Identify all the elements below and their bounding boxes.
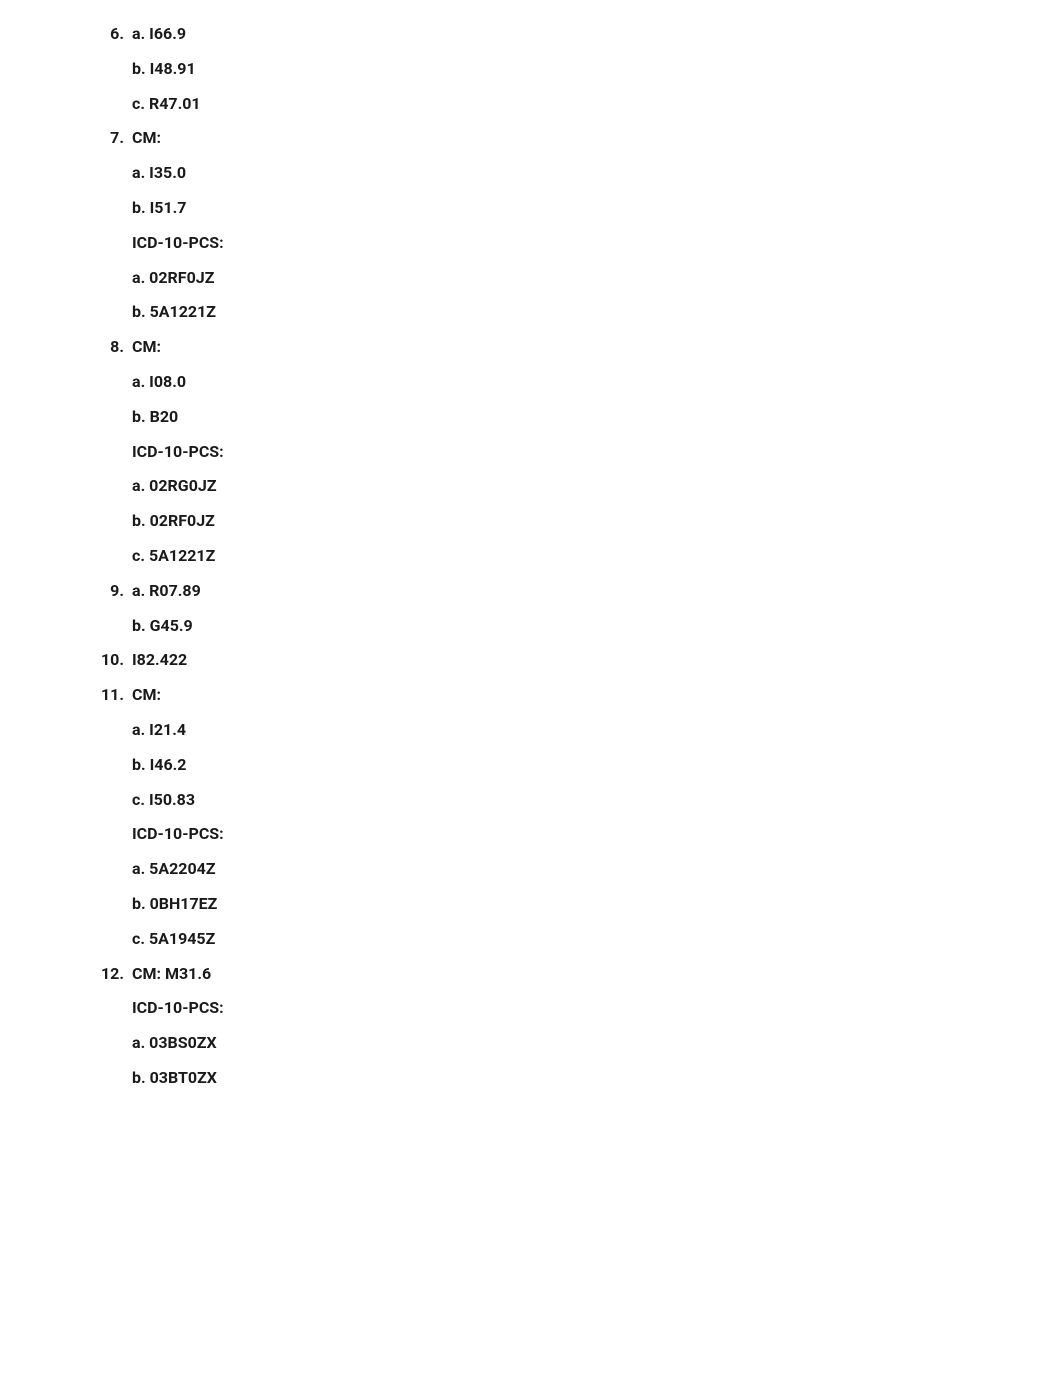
code-line: a. R07.89 (132, 581, 1062, 602)
list-item: CM: a. I08.0 b. B20 ICD-10-PCS: a. 02RG0JZ b.… (100, 337, 1062, 567)
code-line: c. R47.01 (132, 94, 1062, 115)
code-line: b. 5A1221Z (132, 302, 1062, 323)
list-item: CM: a. I35.0 b. I51.7 ICD-10-PCS: a. 02RF0JZ… (100, 128, 1062, 323)
code-line: I82.422 (132, 650, 1062, 671)
list-item: CM: M31.6 ICD-10-PCS: a. 03BS0ZX b. 03BT0ZX (100, 964, 1062, 1089)
code-line: a. 03BS0ZX (132, 1033, 1062, 1054)
code-line: a. 02RF0JZ (132, 268, 1062, 289)
numbered-list: a. I66.9 b. I48.91 c. R47.01 CM: a. I35.0 b. … (100, 24, 1062, 1089)
code-line: a. I21.4 (132, 720, 1062, 741)
code-line: b. 0BH17EZ (132, 894, 1062, 915)
code-line: b. I51.7 (132, 198, 1062, 219)
code-line: b. I48.91 (132, 59, 1062, 80)
code-line: c. 5A1221Z (132, 546, 1062, 567)
code-line: b. I46.2 (132, 755, 1062, 776)
code-line: b. G45.9 (132, 616, 1062, 637)
code-line: ICD-10-PCS: (132, 442, 1062, 463)
code-line: a. 02RG0JZ (132, 476, 1062, 497)
code-line: a. I66.9 (132, 24, 1062, 45)
code-line: c. 5A1945Z (132, 929, 1062, 950)
code-line: a. 5A2204Z (132, 859, 1062, 880)
code-line: CM: (132, 337, 1062, 358)
code-line: CM: M31.6 (132, 964, 1062, 985)
code-line: a. I35.0 (132, 163, 1062, 184)
code-line: ICD-10-PCS: (132, 998, 1062, 1019)
list-item: CM: a. I21.4 b. I46.2 c. I50.83 ICD-10-PCS: a… (100, 685, 1062, 949)
code-line: ICD-10-PCS: (132, 233, 1062, 254)
code-line: c. I50.83 (132, 790, 1062, 811)
code-line: CM: (132, 128, 1062, 149)
code-line: ICD-10-PCS: (132, 824, 1062, 845)
code-line: a. I08.0 (132, 372, 1062, 393)
code-line: b. 02RF0JZ (132, 511, 1062, 532)
code-line: b. 03BT0ZX (132, 1068, 1062, 1089)
list-item: a. I66.9 b. I48.91 c. R47.01 (100, 24, 1062, 114)
code-line: CM: (132, 685, 1062, 706)
list-item: I82.422 (100, 650, 1062, 671)
code-line: b. B20 (132, 407, 1062, 428)
list-item: a. R07.89 b. G45.9 (100, 581, 1062, 637)
